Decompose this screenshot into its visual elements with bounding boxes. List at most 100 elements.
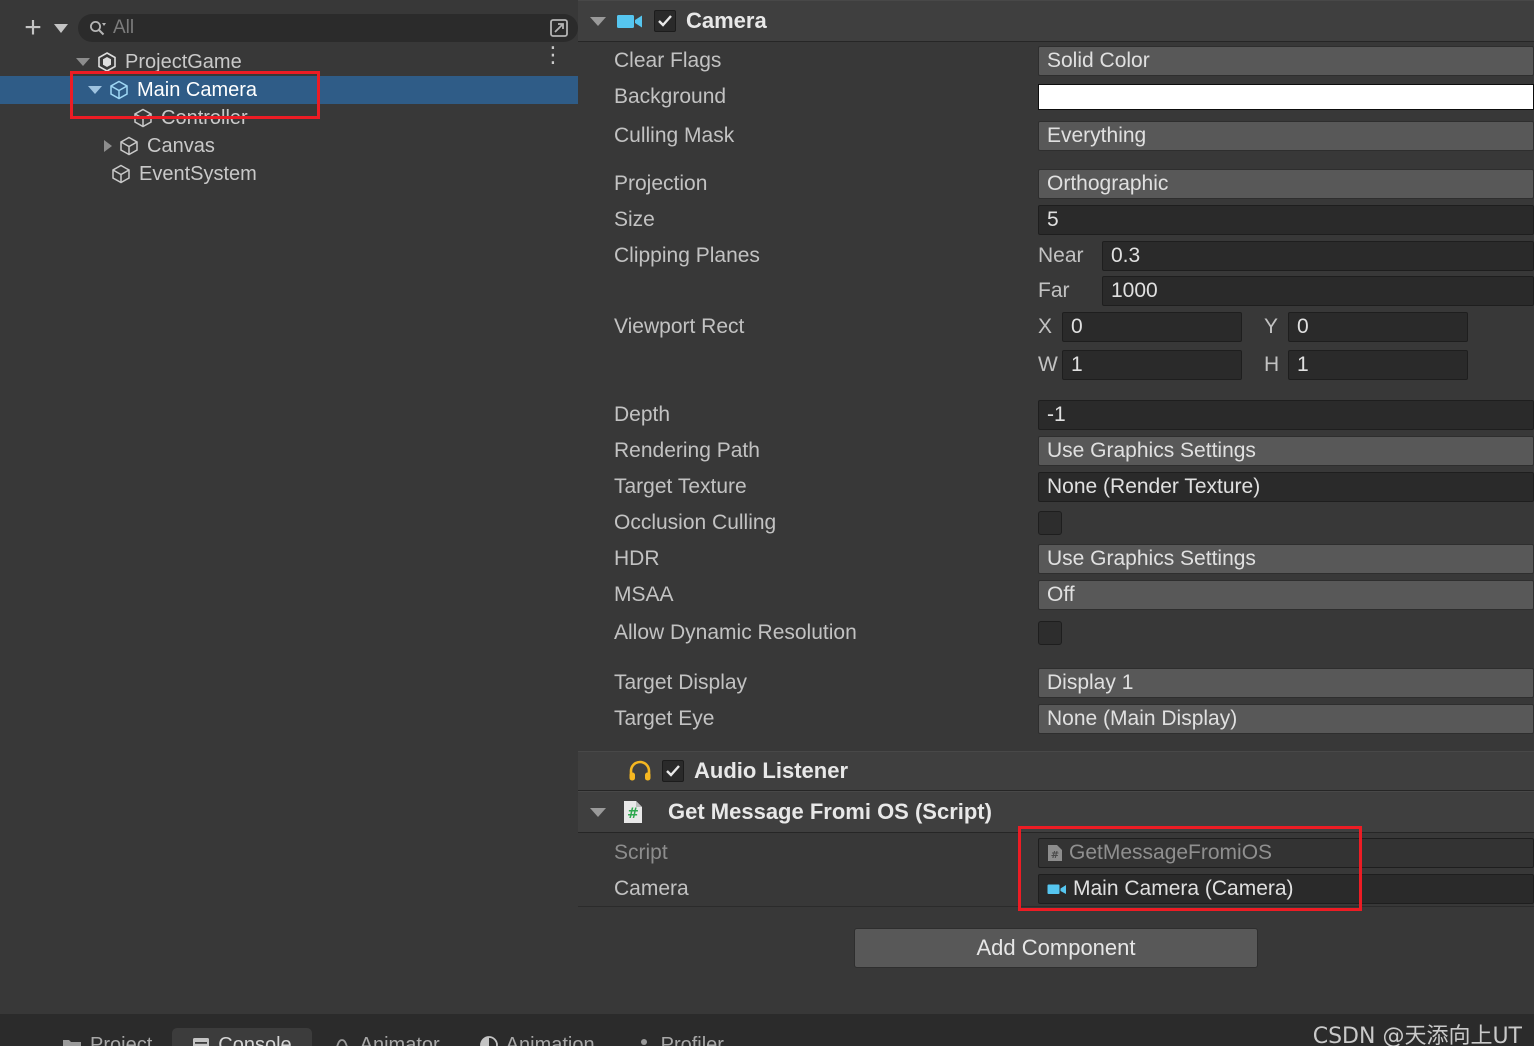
row-projection: Projection Orthographic [578, 165, 1534, 202]
search-icon [88, 19, 106, 37]
target-texture-object-field[interactable]: None (Render Texture) [1038, 472, 1534, 502]
culling-mask-dropdown[interactable]: Everything [1038, 121, 1534, 151]
tab-animation[interactable]: Animation [460, 1028, 615, 1046]
near-label: Near [1038, 243, 1084, 267]
tab-profiler[interactable]: Profiler [615, 1028, 744, 1046]
camera-icon [1047, 882, 1067, 896]
far-input[interactable]: 1000 [1102, 276, 1534, 306]
background-label: Background [614, 85, 727, 108]
viewport-y-input[interactable]: 0 [1288, 312, 1468, 342]
target-display-dropdown[interactable]: Display 1 [1038, 668, 1534, 698]
hdr-dropdown[interactable]: Use Graphics Settings [1038, 544, 1534, 574]
row-allow-dynamic-resolution: Allow Dynamic Resolution [578, 613, 1534, 653]
row-script: Script # GetMessageFromiOS [578, 833, 1534, 869]
clear-flags-label: Clear Flags [614, 48, 722, 72]
target-display-label: Target Display [614, 671, 748, 694]
chevron-right-icon[interactable] [104, 140, 112, 152]
chevron-down-icon[interactable] [76, 58, 90, 66]
tab-label: Console [218, 1033, 292, 1046]
tab-label: Project [90, 1033, 153, 1046]
viewport-h-input[interactable]: 1 [1288, 350, 1468, 380]
row-viewport-rect-wh: W 1 H 1 [578, 345, 1534, 385]
row-size: Size 5 [578, 202, 1534, 238]
occlusion-culling-checkbox[interactable] [1038, 511, 1062, 535]
audio-listener-enabled-checkbox[interactable] [662, 760, 684, 782]
script-component-header[interactable]: # Get Message Fromi OS (Script) [578, 791, 1534, 833]
console-icon [192, 1037, 210, 1046]
popout-icon[interactable] [548, 17, 570, 39]
chevron-down-icon[interactable] [88, 86, 102, 94]
script-component-title: Get Message Fromi OS (Script) [668, 799, 992, 824]
row-culling-mask: Culling Mask Everything [578, 115, 1534, 157]
search-input[interactable]: All [78, 14, 578, 42]
row-depth: Depth -1 [578, 397, 1534, 433]
chevron-down-icon[interactable] [590, 807, 606, 817]
tab-label: Animation [505, 1033, 595, 1046]
tab-label: Profiler [660, 1033, 724, 1046]
animator-icon [332, 1037, 352, 1046]
row-hdr: HDR Use Graphics Settings [578, 541, 1534, 577]
hierarchy-item-label: Canvas [147, 135, 215, 157]
animation-icon [479, 1036, 498, 1046]
camera-enabled-checkbox[interactable] [654, 10, 676, 32]
viewport-w-label: W [1038, 353, 1058, 376]
tab-project[interactable]: Project [42, 1028, 172, 1046]
hierarchy-item-canvas[interactable]: Canvas [0, 132, 578, 160]
chevron-down-icon[interactable] [54, 23, 68, 33]
camera-component-header[interactable]: Camera [578, 0, 1534, 42]
tab-strip: Project Console Animator Animation Profi… [42, 1028, 744, 1046]
chevron-down-icon[interactable] [590, 16, 606, 26]
bottom-tab-bar: Project Console Animator Animation Profi… [0, 1014, 1534, 1046]
msaa-dropdown[interactable]: Off [1038, 580, 1534, 610]
background-color-swatch[interactable] [1038, 84, 1534, 110]
viewport-x-input[interactable]: 0 [1062, 312, 1242, 342]
svg-text:#: # [627, 806, 639, 822]
far-label: Far [1038, 279, 1070, 302]
script-object-value: GetMessageFromiOS [1069, 841, 1273, 864]
row-target-display: Target Display Display 1 [578, 665, 1534, 701]
hierarchy-tree: ProjectGame Main Camera Controller Canva… [0, 48, 578, 188]
script-camera-label: Camera [614, 877, 689, 900]
camera-component-title: Camera [686, 8, 767, 33]
rendering-path-dropdown[interactable]: Use Graphics Settings [1038, 436, 1534, 466]
row-viewport-rect-xy: Viewport Rect X 0 Y 0 [578, 309, 1534, 345]
hierarchy-item-eventsystem[interactable]: EventSystem [0, 160, 578, 188]
near-input[interactable]: 0.3 [1102, 240, 1534, 271]
gameobject-cube-icon [108, 163, 134, 185]
search-placeholder: All [113, 17, 135, 38]
projection-dropdown[interactable]: Orthographic [1038, 168, 1534, 199]
row-script-camera: Camera Main Camera (Camera) [578, 869, 1534, 909]
inspector-panel: Camera Clear Flags Solid Color Backgroun… [578, 0, 1534, 1014]
target-eye-dropdown[interactable]: None (Main Display) [1038, 704, 1534, 734]
create-gameobject-button[interactable]: + [18, 13, 48, 43]
rendering-path-label: Rendering Path [614, 439, 760, 462]
cs-script-icon: # [622, 800, 644, 824]
hierarchy-item-main-camera[interactable]: Main Camera [0, 76, 578, 104]
folder-icon [62, 1037, 82, 1046]
script-camera-value: Main Camera (Camera) [1073, 877, 1294, 900]
viewport-rect-label: Viewport Rect [614, 315, 745, 338]
viewport-w-input[interactable]: 1 [1062, 350, 1242, 380]
clear-flags-dropdown[interactable]: Solid Color [1038, 45, 1534, 76]
hierarchy-item-controller[interactable]: Controller [0, 104, 578, 132]
target-texture-label: Target Texture [614, 475, 747, 498]
hierarchy-context-menu-icon[interactable]: ⋮ [542, 44, 564, 66]
add-component-button[interactable]: Add Component [854, 927, 1258, 968]
gameobject-cube-icon [116, 135, 142, 157]
row-target-texture: Target Texture None (Render Texture) [578, 469, 1534, 505]
row-clear-flags: Clear Flags Solid Color [578, 42, 1534, 79]
hierarchy-item-label: ProjectGame [125, 51, 242, 73]
row-target-eye: Target Eye None (Main Display) [578, 701, 1534, 737]
hierarchy-item-label: Main Camera [137, 79, 258, 101]
audio-listener-component-header[interactable]: Audio Listener [578, 751, 1534, 791]
allow-dynamic-resolution-checkbox[interactable] [1038, 621, 1062, 645]
size-input[interactable]: 5 [1038, 205, 1534, 235]
svg-text:#: # [1051, 850, 1059, 861]
cs-script-icon: # [1047, 844, 1063, 862]
tab-console[interactable]: Console [172, 1028, 312, 1046]
hdr-label: HDR [614, 547, 660, 570]
script-camera-object-field[interactable]: Main Camera (Camera) [1038, 874, 1534, 904]
tab-animator[interactable]: Animator [312, 1028, 460, 1046]
hierarchy-item-projectgame[interactable]: ProjectGame [0, 48, 578, 76]
depth-input[interactable]: -1 [1038, 400, 1534, 430]
